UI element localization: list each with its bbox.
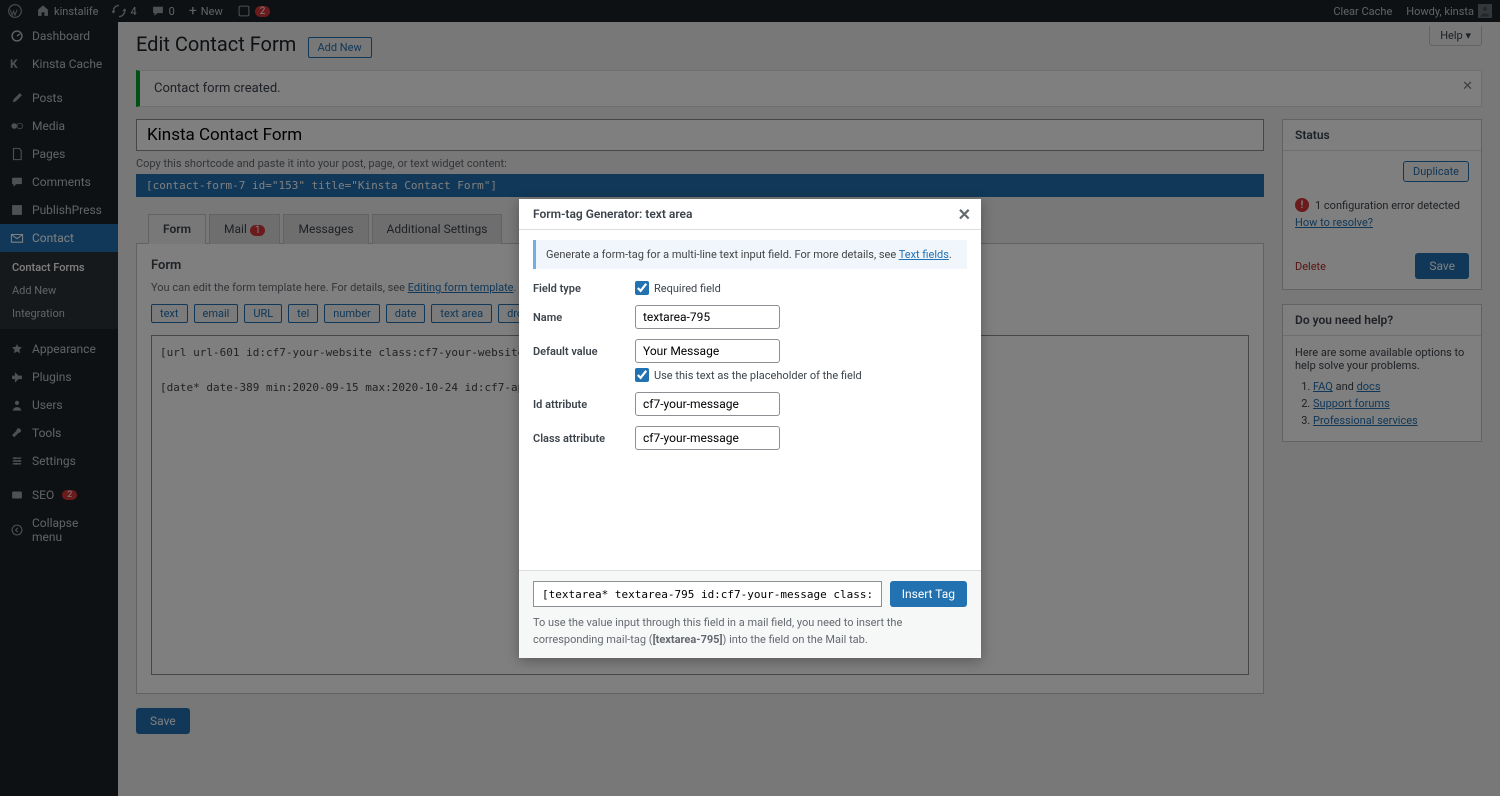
- close-icon[interactable]: ✕: [958, 205, 971, 224]
- placeholder-checkbox[interactable]: [635, 368, 649, 382]
- modal-title: Form-tag Generator: text area ✕: [519, 199, 981, 230]
- required-checkbox-label[interactable]: Required field: [635, 281, 967, 295]
- field-type-label: Field type: [533, 282, 635, 295]
- id-attr-input[interactable]: [635, 392, 780, 416]
- class-attr-label: Class attribute: [533, 432, 635, 445]
- text-fields-link[interactable]: Text fields: [899, 248, 949, 261]
- form-tag-modal: Form-tag Generator: text area ✕ Generate…: [519, 199, 981, 658]
- name-label: Name: [533, 311, 635, 324]
- default-value-input[interactable]: [635, 339, 780, 363]
- id-attr-label: Id attribute: [533, 398, 635, 411]
- name-input[interactable]: [635, 305, 780, 329]
- placeholder-checkbox-label[interactable]: Use this text as the placeholder of the …: [635, 368, 967, 382]
- insert-tag-button[interactable]: Insert Tag: [890, 581, 967, 607]
- modal-info: Generate a form-tag for a multi-line tex…: [533, 240, 967, 269]
- required-checkbox[interactable]: [635, 281, 649, 295]
- default-value-label: Default value: [533, 345, 635, 358]
- class-attr-input[interactable]: [635, 426, 780, 450]
- footer-hint: To use the value input through this fiel…: [533, 615, 967, 648]
- tag-output-input[interactable]: [533, 581, 882, 607]
